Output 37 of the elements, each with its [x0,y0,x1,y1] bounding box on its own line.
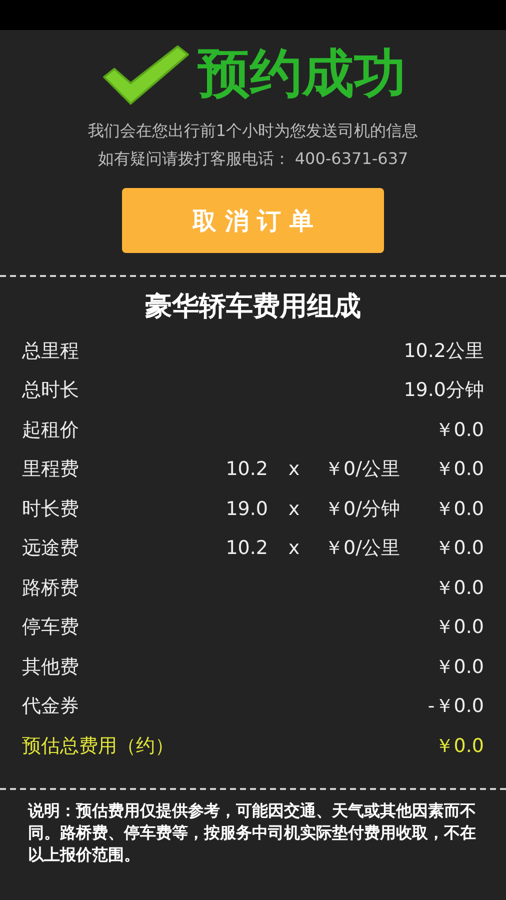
unit-price: ￥0/公里 [324,536,400,562]
fee-title: 豪华轿车费用组成 [144,290,362,324]
note-text: 说明：预估费用仅提供参考，可能因交通、天气或其他因素而不同。路桥费、停车费等，按服务中司机实际垫付费用收取，不在以上报价范围。 [26,800,477,866]
fee-amount: ￥0.0 [434,418,484,443]
fee-label: 总里程 [22,338,80,364]
fee-label: 起租价 [22,418,80,443]
fee-label: 路桥费 [22,576,80,601]
fee-amount: ￥0.0 [434,576,484,601]
fee-label: 远途费 [22,536,80,562]
fee-amount: ￥0.0 [434,654,484,680]
fee-label: 代金券 [22,694,80,720]
fee-label: 其他费 [22,654,80,680]
fee-amount: 10.2公里 [402,338,484,364]
fee-label: 预估总费用（约） [22,734,175,759]
fee-quantity: 10.2 [224,458,268,480]
fee-label: 停车费 [22,615,80,640]
fee-label: 总时长 [22,378,80,404]
info-text: 我们会在您出行前1个小时为您发送司机的信息 [88,120,418,142]
unit-price: ￥0/公里 [324,457,400,482]
multiply-sign: x [287,498,301,520]
fee-amount: 19.0分钟 [402,378,484,404]
multiply-sign: x [287,458,301,480]
fee-amount: ￥0.0 [434,457,484,482]
success-title: 预约成功 [198,44,406,104]
unit-price: ￥0/分钟 [324,496,400,522]
fee-amount: -￥0.0 [426,694,484,720]
fee-quantity: 10.2 [224,537,268,560]
fee-amount: ￥0.0 [434,615,484,640]
fee-quantity: 19.0 [224,498,268,520]
cancel-order-button[interactable]: 取 消 订 单 [122,188,384,253]
info-text: 如有疑问请拨打客服电话： 400-6371-637 [98,148,408,170]
fee-label: 时长费 [22,496,80,522]
multiply-sign: x [287,537,301,560]
fee-amount: ￥0.0 [434,734,484,759]
fee-amount: ￥0.0 [434,496,484,522]
fee-label: 里程费 [22,457,80,482]
fee-amount: ￥0.0 [434,536,484,562]
